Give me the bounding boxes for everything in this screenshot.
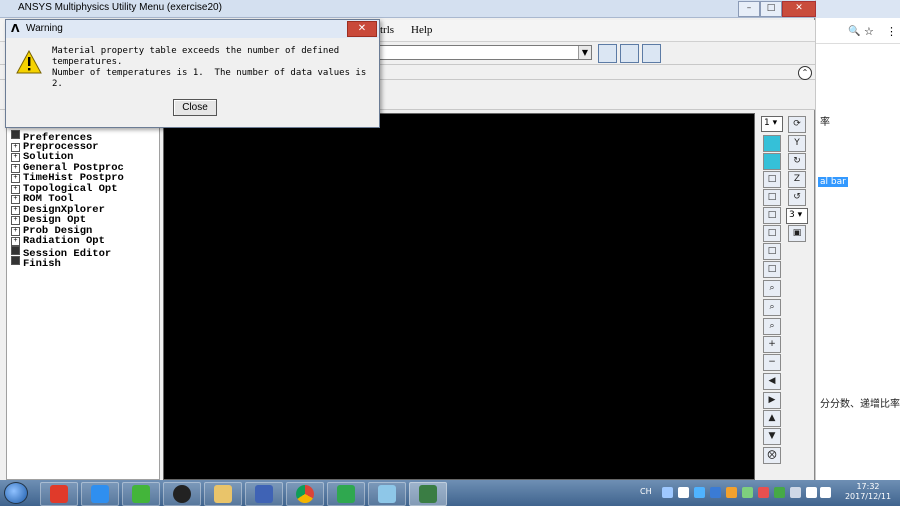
rotate-x-icon[interactable]: ↻ bbox=[788, 153, 806, 170]
zoom-back-icon[interactable]: ⌕ bbox=[763, 318, 781, 335]
bottom-view-icon[interactable]: □ bbox=[763, 261, 781, 278]
zoom-icon[interactable]: ⌕ bbox=[763, 280, 781, 297]
zoom-box-icon[interactable]: ⌕ bbox=[763, 299, 781, 316]
toolbar-button-1[interactable] bbox=[598, 44, 617, 63]
taskbar-app-explorer[interactable] bbox=[204, 482, 242, 506]
dynamic-mode-icon[interactable]: ▣ bbox=[788, 225, 806, 242]
taskbar-app-baidu-cloud[interactable] bbox=[81, 482, 119, 506]
search-icon[interactable]: 🔍 bbox=[848, 26, 860, 37]
tray-icon-5[interactable] bbox=[758, 487, 769, 498]
background-browser-window: 🔍 ☆ ⋮ 率 al bar 分分数、递增比率 bbox=[815, 0, 900, 480]
close-window-button[interactable]: ✕ bbox=[782, 1, 816, 17]
more-icon[interactable]: ⋮ bbox=[886, 25, 897, 38]
leaf-icon bbox=[11, 245, 20, 255]
pan-right-icon[interactable]: ▶ bbox=[763, 392, 781, 409]
view-number-select[interactable]: 3 ▾ bbox=[786, 208, 808, 224]
tray-icon-4[interactable] bbox=[742, 487, 753, 498]
ansys-logo-icon: Λ bbox=[11, 22, 20, 35]
taskbar-clock[interactable]: 17:32 2017/12/11 bbox=[840, 482, 896, 504]
leaf-icon bbox=[11, 256, 20, 265]
window-number-select[interactable]: 1 ▾ bbox=[761, 116, 783, 132]
front-view-icon[interactable]: □ bbox=[763, 171, 781, 188]
tray-icon-1[interactable] bbox=[678, 487, 689, 498]
warning-dialog: Λ Warning ✕ Material property table exce… bbox=[5, 19, 380, 128]
system-tray: CH bbox=[636, 484, 832, 502]
taskbar-app-wechat[interactable] bbox=[122, 482, 160, 506]
top-view-icon[interactable]: □ bbox=[763, 207, 781, 224]
view-toolbar: 1 ▾ ⟳ Y ↻ □ Z □ ↺ □ 3 ▾ □ ▣ □ □ ⌕ ⌕ ⌕ + … bbox=[757, 113, 813, 480]
clock-date: 2017/12/11 bbox=[844, 492, 892, 501]
menu-macro-ctrls[interactable]: trls bbox=[380, 24, 394, 36]
star-icon[interactable]: ☆ bbox=[864, 25, 874, 38]
taskbar-app-ansys[interactable] bbox=[409, 482, 447, 506]
zoom-out-icon[interactable]: − bbox=[763, 354, 781, 371]
chevron-down-icon[interactable]: ▼ bbox=[578, 46, 591, 59]
browser-cn-text: 分分数、递增比率 bbox=[820, 399, 900, 410]
shield-icon[interactable] bbox=[710, 487, 721, 498]
maximize-button[interactable]: □ bbox=[760, 1, 782, 17]
reset-view-icon[interactable]: ⨂ bbox=[763, 447, 781, 464]
graphics-window[interactable] bbox=[163, 113, 755, 480]
help-icon[interactable] bbox=[662, 487, 673, 498]
leaf-icon bbox=[11, 130, 20, 139]
collapse-icon[interactable]: ⌃ bbox=[798, 66, 812, 80]
left-view-icon[interactable]: □ bbox=[763, 243, 781, 260]
close-button[interactable]: Close bbox=[173, 99, 217, 116]
iso-view-icon[interactable] bbox=[763, 135, 781, 152]
taskbar-app-netease-music[interactable] bbox=[40, 482, 78, 506]
pan-down-icon[interactable]: ▼ bbox=[763, 428, 781, 445]
tray-icon-2[interactable] bbox=[694, 487, 705, 498]
dialog-message: Material property table exceeds the numb… bbox=[52, 46, 367, 89]
start-button[interactable] bbox=[4, 482, 28, 504]
tray-icon-7[interactable] bbox=[790, 487, 801, 498]
back-view-icon[interactable]: □ bbox=[763, 225, 781, 242]
tray-icon-3[interactable] bbox=[726, 487, 737, 498]
oblique-view-icon[interactable] bbox=[763, 153, 781, 170]
main-menu-tree: Preferences + Preprocessor + Solution + Gen… bbox=[6, 113, 160, 480]
toolbar-button-2[interactable] bbox=[620, 44, 639, 63]
taskbar-app-visio[interactable] bbox=[245, 482, 283, 506]
browser-fragment-text: 率 bbox=[820, 117, 830, 128]
browser-address-bar[interactable]: 🔍 ☆ ⋮ bbox=[816, 20, 900, 44]
window-title: ANSYS Multiphysics Utility Menu (exercis… bbox=[18, 2, 222, 13]
taskbar-app-document[interactable] bbox=[368, 482, 406, 506]
dialog-title-bar: Λ Warning ✕ bbox=[6, 20, 379, 38]
warning-icon bbox=[16, 50, 42, 74]
tray-icon-6[interactable] bbox=[774, 487, 785, 498]
volume-icon[interactable] bbox=[820, 487, 831, 498]
title-bar: ANSYS Multiphysics Utility Menu (exercis… bbox=[0, 0, 816, 18]
clock-time: 17:32 bbox=[856, 482, 880, 491]
taskbar-app-green-tool[interactable] bbox=[327, 482, 365, 506]
dialog-title: Warning bbox=[26, 23, 63, 34]
rotate-y-icon[interactable]: Y bbox=[788, 135, 806, 152]
rotate-z-icon[interactable]: Z bbox=[788, 171, 806, 188]
dialog-close-icon[interactable]: ✕ bbox=[347, 21, 377, 37]
menu-help[interactable]: Help bbox=[411, 24, 432, 36]
taskbar-app-chrome[interactable] bbox=[286, 482, 324, 506]
toolbar-button-3[interactable] bbox=[642, 44, 661, 63]
browser-tabstrip bbox=[816, 0, 900, 18]
tray-language[interactable]: CH bbox=[640, 487, 652, 496]
taskbar-app-qq[interactable] bbox=[163, 482, 201, 506]
network-icon[interactable] bbox=[806, 487, 817, 498]
tree-item-finish[interactable]: Finish bbox=[11, 256, 61, 270]
zoom-in-icon[interactable]: + bbox=[763, 336, 781, 353]
fit-icon[interactable]: ⟳ bbox=[788, 116, 806, 133]
selected-text: al bar bbox=[818, 177, 848, 187]
pan-left-icon[interactable]: ◀ bbox=[763, 373, 781, 390]
right-view-icon[interactable]: □ bbox=[763, 189, 781, 206]
command-input[interactable]: ▼ bbox=[378, 45, 592, 60]
minimize-button[interactable]: – bbox=[738, 1, 760, 17]
pan-up-icon[interactable]: ▲ bbox=[763, 410, 781, 427]
rotate-z-neg-icon[interactable]: ↺ bbox=[788, 189, 806, 206]
